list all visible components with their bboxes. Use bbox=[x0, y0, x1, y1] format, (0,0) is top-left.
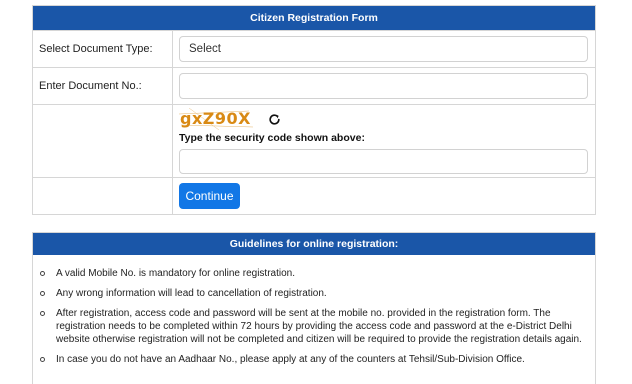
security-code-label: Type the security code shown above: bbox=[179, 132, 365, 144]
guideline-item: In case you do not have an Aadhaar No., … bbox=[40, 353, 585, 366]
refresh-icon[interactable] bbox=[267, 112, 281, 126]
document-no-cell bbox=[173, 68, 595, 104]
bullet-icon bbox=[40, 353, 56, 366]
guideline-text: After registration, access code and pass… bbox=[56, 308, 582, 345]
bullet-icon bbox=[40, 307, 56, 346]
form-title: Citizen Registration Form bbox=[33, 6, 595, 30]
document-no-row: Enter Document No.: bbox=[33, 67, 595, 104]
continue-row: Continue bbox=[33, 177, 595, 214]
registration-form: Citizen Registration Form Select Documen… bbox=[32, 5, 596, 215]
captcha-row: gxZ90X Type the security code shown abov… bbox=[33, 104, 595, 177]
captcha-line: gxZ90X bbox=[179, 108, 589, 130]
captcha-image: gxZ90X bbox=[179, 108, 257, 130]
continue-button[interactable]: Continue bbox=[179, 183, 240, 209]
guidelines-panel: Guidelines for online registration: A va… bbox=[32, 232, 596, 384]
captcha-cell: gxZ90X Type the security code shown abov… bbox=[173, 105, 595, 177]
guideline-item: A valid Mobile No. is mandatory for onli… bbox=[40, 267, 585, 280]
guideline-item: Any wrong information will lead to cance… bbox=[40, 287, 585, 300]
document-type-label: Select Document Type: bbox=[33, 31, 173, 67]
bullet-icon bbox=[40, 287, 56, 300]
guidelines-title: Guidelines for online registration: bbox=[33, 233, 595, 255]
guideline-text: Any wrong information will lead to cance… bbox=[56, 288, 327, 299]
refresh-icon-svg bbox=[268, 113, 280, 125]
document-type-row: Select Document Type: Select bbox=[33, 30, 595, 67]
guideline-text: A valid Mobile No. is mandatory for onli… bbox=[56, 268, 296, 279]
document-no-label: Enter Document No.: bbox=[33, 68, 173, 104]
captcha-label-cell bbox=[33, 105, 173, 177]
guideline-item: After registration, access code and pass… bbox=[40, 307, 585, 346]
guidelines-list: A valid Mobile No. is mandatory for onli… bbox=[33, 255, 595, 366]
bullet-icon bbox=[40, 267, 56, 280]
document-type-cell: Select bbox=[173, 31, 595, 67]
document-type-select[interactable]: Select bbox=[179, 36, 588, 62]
security-code-input[interactable] bbox=[179, 149, 588, 174]
document-no-input[interactable] bbox=[179, 73, 588, 99]
continue-cell: Continue bbox=[173, 178, 595, 214]
guideline-text: In case you do not have an Aadhaar No., … bbox=[56, 354, 525, 365]
continue-label-cell bbox=[33, 178, 173, 214]
captcha-text: gxZ90X bbox=[180, 109, 251, 128]
